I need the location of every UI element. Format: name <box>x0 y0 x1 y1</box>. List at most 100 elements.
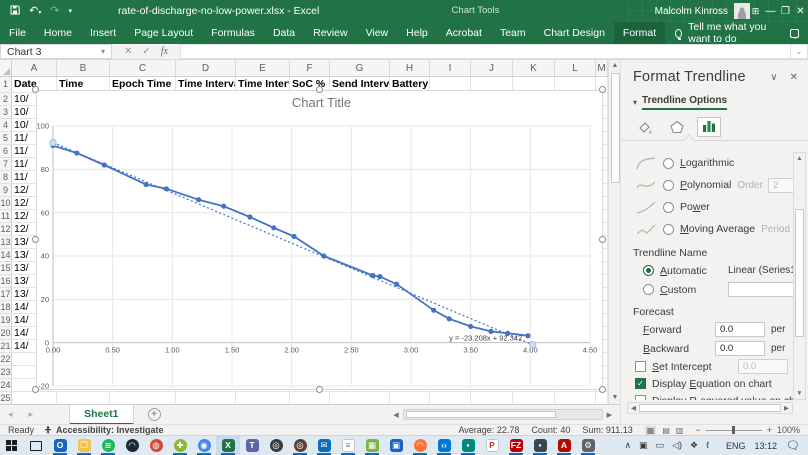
chart-resize-handle[interactable] <box>32 86 39 93</box>
taskbar-app-teal-app[interactable]: ▪ <box>456 436 480 455</box>
checkbox-1[interactable]: ✓ <box>635 378 646 389</box>
chart-object[interactable]: 100806040200-200.000.501.001.502.002.503… <box>36 90 603 390</box>
row-header-23[interactable]: 23 <box>0 366 12 379</box>
panel-scroll-thumb[interactable] <box>795 209 804 337</box>
trendline-options-tab-icon[interactable] <box>697 117 721 137</box>
taskbar-app-file-explorer[interactable]: ❒ <box>72 436 96 455</box>
checkbox-0[interactable] <box>635 361 646 372</box>
formula-input[interactable] <box>180 44 790 59</box>
sheet-nav-left-icon[interactable]: ◂ <box>0 409 21 420</box>
row-header-11[interactable]: 11 <box>0 210 12 223</box>
cell-B25[interactable] <box>57 392 110 404</box>
taskbar-app-red-p-app[interactable]: P <box>480 436 504 455</box>
forecast-input[interactable]: 0.0 <box>715 341 765 356</box>
column-header-j[interactable]: J <box>471 60 513 76</box>
ribbon-tab-view[interactable]: View <box>357 22 398 44</box>
ribbon-tab-help[interactable]: Help <box>397 22 437 44</box>
chart-resize-handle[interactable] <box>32 236 39 243</box>
status-average[interactable]: Average: 22.78 <box>458 425 519 435</box>
panel-close-icon[interactable]: ✕ <box>790 72 798 83</box>
panel-scroll-right-icon[interactable]: ▶ <box>781 404 792 412</box>
panel-vertical-scrollbar[interactable]: ▲ ▼ <box>793 152 806 400</box>
chart-resize-handle[interactable] <box>599 86 606 93</box>
taskbar-app-mail[interactable]: ✉ <box>312 436 336 455</box>
cell-I25[interactable] <box>430 392 471 404</box>
taskbar-app-dark-app-3[interactable]: ▪ <box>528 436 552 455</box>
taskbar-app-acrobat[interactable]: A <box>552 436 576 455</box>
row-header-10[interactable]: 10 <box>0 197 12 210</box>
column-header-g[interactable]: G <box>330 60 390 76</box>
ribbon-tab-data[interactable]: Data <box>264 22 304 44</box>
panel-collapse-icon[interactable]: ∨ <box>770 72 777 83</box>
row-header-6[interactable]: 6 <box>0 145 12 158</box>
name-box[interactable]: Chart 3 ▾ <box>0 44 112 59</box>
row-header-22[interactable]: 22 <box>0 353 12 366</box>
ribbon-tab-page-layout[interactable]: Page Layout <box>125 22 202 44</box>
tell-me-box[interactable]: Tell me what you want to do <box>665 22 790 44</box>
column-header-f[interactable]: F <box>290 60 330 76</box>
comments-icon[interactable] <box>790 29 799 38</box>
cell-L25[interactable] <box>555 392 596 404</box>
taskbar-app-teams[interactable]: T <box>240 436 264 455</box>
taskbar-app-dark-app-2[interactable]: ◎ <box>288 436 312 455</box>
column-header-d[interactable]: D <box>176 60 236 76</box>
ribbon-tab-chart-design[interactable]: Chart Design <box>535 22 614 44</box>
column-header-k[interactable]: K <box>513 60 555 76</box>
tray-icon-1[interactable]: ▣ <box>639 440 648 450</box>
row-header-20[interactable]: 20 <box>0 327 12 340</box>
page-layout-view-icon[interactable]: ▤ <box>662 426 670 435</box>
cell-A25[interactable] <box>12 392 57 404</box>
task-view-button[interactable] <box>24 436 48 455</box>
sheet-tab-sheet1[interactable]: Sheet1 <box>69 405 133 425</box>
cancel-formula-icon[interactable]: ✕ <box>124 46 132 57</box>
column-header-c[interactable]: C <box>110 60 176 76</box>
chart-resize-handle[interactable] <box>316 86 323 93</box>
clock[interactable]: 13:12 <box>755 441 778 451</box>
row-header-1[interactable]: 1 <box>0 77 12 93</box>
cell-H25[interactable] <box>390 392 430 404</box>
panel-scroll-down-icon[interactable]: ▼ <box>794 388 805 399</box>
sheet-nav-right-icon[interactable]: ▸ <box>21 409 42 420</box>
row-header-15[interactable]: 15 <box>0 262 12 275</box>
ribbon-tab-file[interactable]: File <box>0 22 35 44</box>
cell-G25[interactable] <box>330 392 390 404</box>
cell-M25[interactable] <box>596 392 608 404</box>
row-header-21[interactable]: 21 <box>0 340 12 353</box>
tray-icon-5[interactable]: ℓ <box>706 440 709 450</box>
column-header-e[interactable]: E <box>236 60 290 76</box>
tray-icon-4[interactable]: ❖ <box>690 440 698 450</box>
taskbar-app-spotify[interactable]: ≋ <box>96 436 120 455</box>
intercept-input[interactable]: 0.0 <box>738 359 788 374</box>
taskbar-app-notepad[interactable]: ≡ <box>336 436 360 455</box>
row-header-13[interactable]: 13 <box>0 236 12 249</box>
tray-icon-3[interactable]: ◁) <box>672 440 682 450</box>
chart-resize-handle[interactable] <box>599 236 606 243</box>
ribbon-tab-format[interactable]: Format <box>614 22 665 44</box>
scroll-left-icon[interactable]: ◀ <box>389 411 402 419</box>
row-header-9[interactable]: 9 <box>0 184 12 197</box>
vertical-scrollbar[interactable]: ▲ ▼ <box>608 60 620 404</box>
row-header-7[interactable]: 7 <box>0 158 12 171</box>
forecast-input[interactable]: 0.0 <box>715 322 765 337</box>
taskbar-app-image-app[interactable]: ▦ <box>360 436 384 455</box>
cell-C25[interactable] <box>110 392 176 404</box>
save-icon[interactable] <box>10 5 20 18</box>
taskbar-app-chrome[interactable]: ◉ <box>192 436 216 455</box>
effects-tab-icon[interactable] <box>665 117 689 137</box>
horizontal-scrollbar[interactable]: ◀ ▶ <box>389 409 616 421</box>
redo-icon[interactable]: ↷ <box>50 6 59 17</box>
ribbon-tab-acrobat[interactable]: Acrobat <box>437 22 491 44</box>
cell-F25[interactable] <box>290 392 330 404</box>
expand-formula-bar-icon[interactable]: ⌄ <box>790 44 808 59</box>
column-header-h[interactable]: H <box>390 60 430 76</box>
radio-wer[interactable] <box>663 202 674 213</box>
row-header-12[interactable]: 12 <box>0 223 12 236</box>
row-header-25[interactable]: 25 <box>0 392 12 404</box>
row-header-17[interactable]: 17 <box>0 288 12 301</box>
column-header-l[interactable]: L <box>555 60 596 76</box>
page-break-view-icon[interactable]: ▥ <box>676 426 684 435</box>
taskbar-app-green-app[interactable]: ✚ <box>168 436 192 455</box>
horizontal-scroll-track[interactable] <box>403 409 603 420</box>
tray-icon-2[interactable]: ▭ <box>656 440 665 450</box>
user-area[interactable]: Malcolm Kinross <box>655 0 750 22</box>
